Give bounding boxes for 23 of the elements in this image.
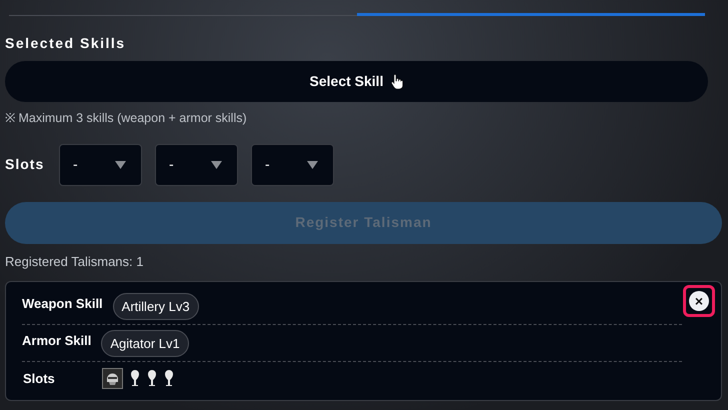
slots-label: Slots [5,155,46,174]
empty-slot-icon [130,369,140,388]
dropdown-caret-icon [307,160,318,169]
skill-chip: Artillery Lv3 [112,292,199,320]
helmet-icon [102,368,123,389]
registered-count: Registered Talismans: 1 [5,252,144,271]
skill-label: Armor Skill [22,332,92,350]
slot-select[interactable]: - [251,144,334,186]
empty-slot-icon [164,369,174,388]
dropdown-caret-icon [211,160,222,169]
slot-select[interactable]: - [155,144,238,186]
tab[interactable] [357,13,705,16]
empty-slot-icon [147,369,157,388]
dropdown-caret-icon [115,160,126,169]
skill-chip: Agitator Lv1 [101,330,189,357]
remove-button[interactable]: × [689,291,709,312]
slot-select[interactable]: - [59,144,142,186]
section-heading: Selected Skills [5,34,126,53]
slots-label: Slots [22,370,56,388]
select-skill-button[interactable]: Select Skill [5,61,708,102]
pointer-hand-icon [391,74,404,90]
skill-label: Weapon Skill [22,294,103,313]
note-text: ※ Maximum 3 skills (weapon + armor skills) [5,110,247,127]
